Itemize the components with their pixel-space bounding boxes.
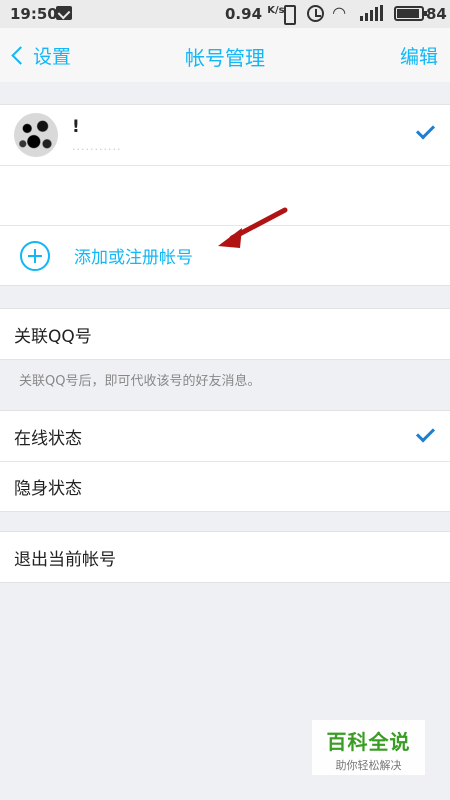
checkmark-icon	[415, 423, 436, 443]
status-invisible-item[interactable]: 隐身状态	[0, 461, 450, 511]
wifi-icon: ◠	[333, 3, 346, 22]
page-title: 帐号管理	[185, 46, 265, 70]
alarm-icon	[307, 5, 324, 22]
status-time: 19:50	[10, 5, 58, 23]
add-account-label: 添加或注册帐号	[74, 248, 193, 268]
status-bar: 19:50 0.94 K/s ◠ 84	[0, 0, 450, 28]
account-name: !	[72, 117, 80, 137]
linked-qq-item[interactable]: 关联QQ号	[0, 309, 450, 359]
signal-icon	[360, 5, 384, 21]
account-number: ···········	[72, 143, 122, 156]
avatar	[14, 113, 58, 157]
battery-level: 84	[426, 5, 447, 23]
plus-circle-icon	[20, 240, 50, 271]
edit-button[interactable]: 编辑	[400, 42, 438, 69]
battery-icon	[394, 6, 427, 21]
vibrate-icon	[281, 5, 296, 25]
status-card: 在线状态 隐身状态	[0, 410, 450, 512]
logout-button[interactable]: 退出当前帐号	[0, 532, 450, 582]
message-icon	[56, 6, 72, 20]
watermark-sub: 助你轻松解决	[335, 759, 402, 772]
watermark-logo: 百科全说 助你轻松解决	[312, 720, 425, 775]
network-speed: 0.94 K/s	[225, 5, 285, 23]
linked-qq-hint: 关联QQ号后，即可代收该号的好友消息。	[19, 374, 261, 389]
watermark-main: 百科全说	[326, 730, 411, 754]
status-online-label: 在线状态	[14, 428, 82, 449]
linked-qq-card: 关联QQ号	[0, 308, 450, 360]
checkmark-icon	[415, 120, 436, 140]
account-item[interactable]: ! ···········	[0, 105, 450, 165]
logout-card: 退出当前帐号	[0, 531, 450, 583]
annotation-arrow-icon	[218, 207, 288, 248]
nav-bar: 设置 帐号管理 编辑	[0, 28, 450, 82]
status-online-item[interactable]: 在线状态	[0, 411, 450, 461]
linked-qq-label: 关联QQ号	[14, 326, 92, 347]
logout-label: 退出当前帐号	[14, 549, 116, 570]
status-invisible-label: 隐身状态	[14, 479, 82, 499]
